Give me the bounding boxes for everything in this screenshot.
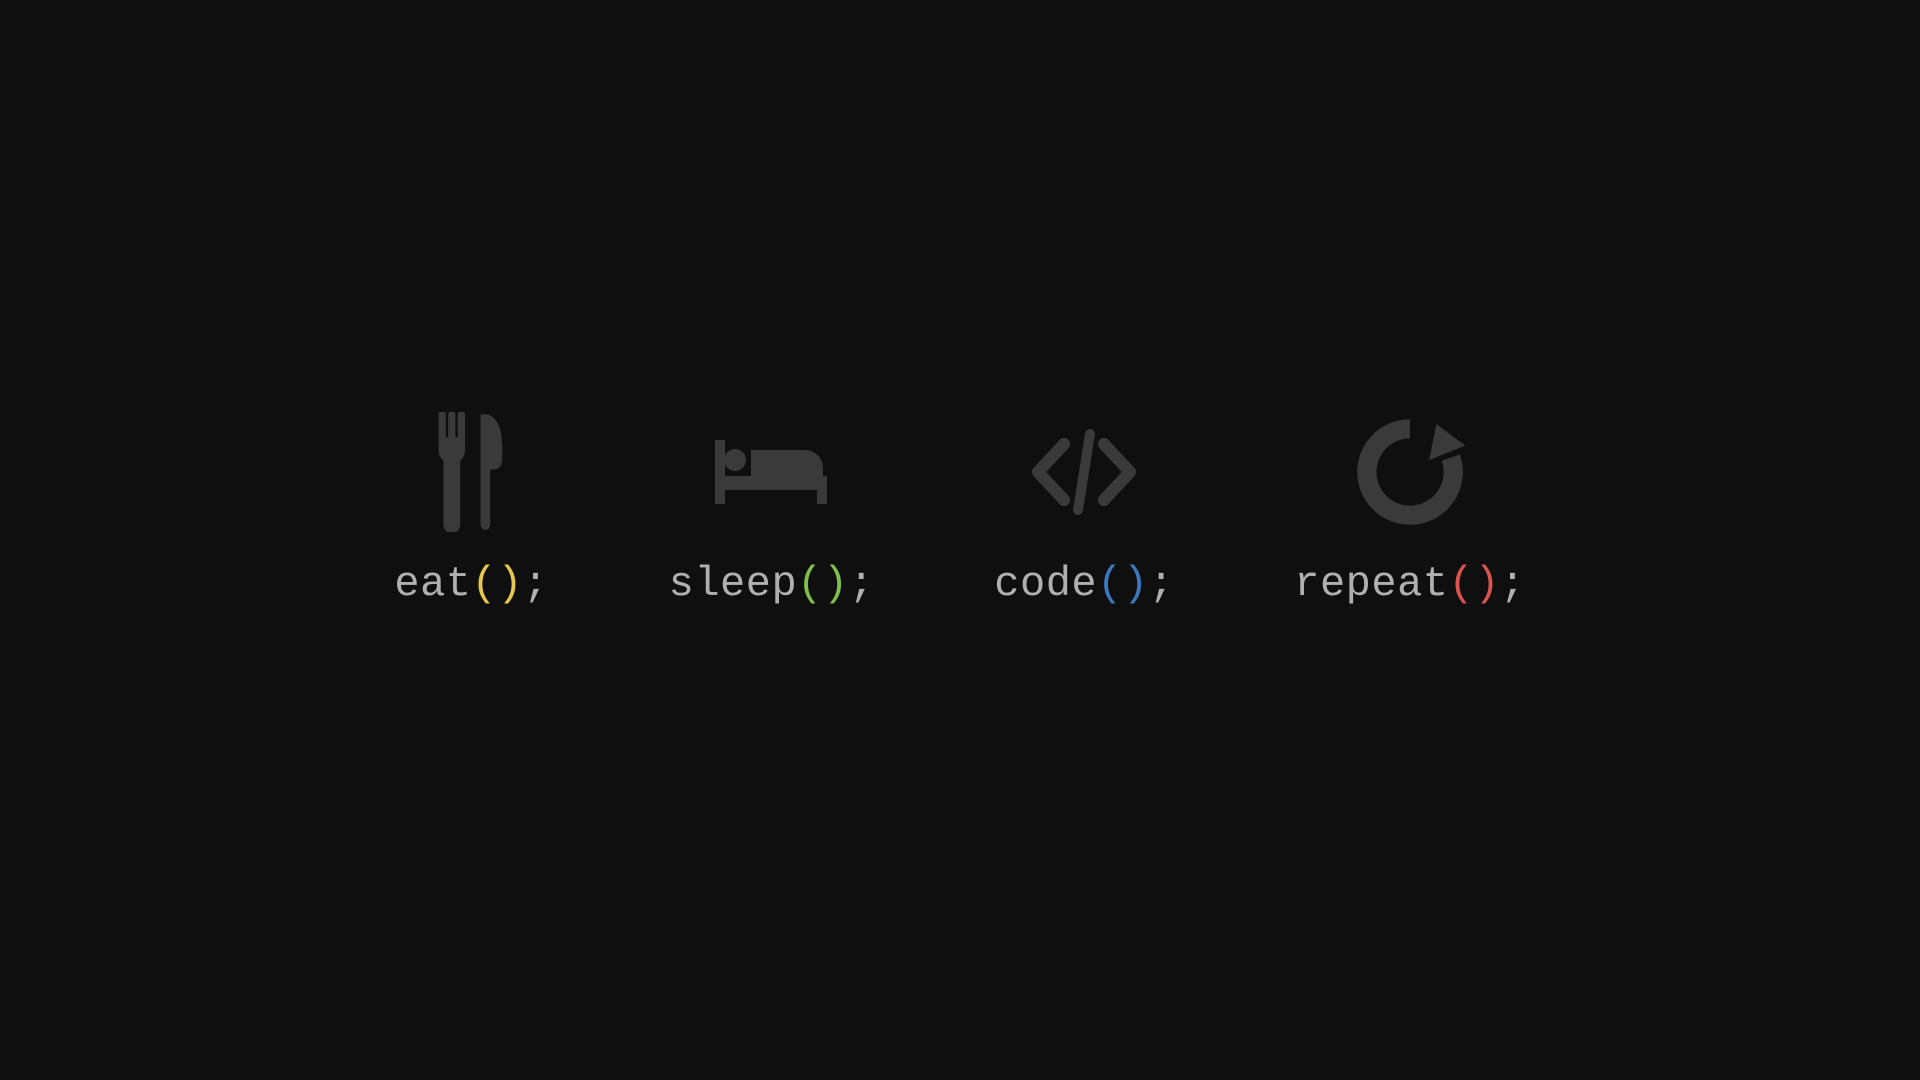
fn-name: sleep xyxy=(669,560,798,608)
fn-name: code xyxy=(994,560,1097,608)
item-sleep: sleep(); xyxy=(669,412,875,608)
semicolon: ; xyxy=(849,560,875,608)
semicolon: ; xyxy=(1149,560,1175,608)
label-repeat: repeat(); xyxy=(1294,560,1525,608)
parens: () xyxy=(471,560,522,608)
parens: () xyxy=(1449,560,1500,608)
code-brackets-icon xyxy=(1024,412,1144,532)
label-eat: eat(); xyxy=(394,560,548,608)
fork-knife-icon xyxy=(411,412,531,532)
parens: () xyxy=(1097,560,1148,608)
semicolon: ; xyxy=(523,560,549,608)
item-repeat: repeat(); xyxy=(1294,412,1525,608)
parens: () xyxy=(797,560,848,608)
item-eat: eat(); xyxy=(394,412,548,608)
bed-icon xyxy=(711,412,831,532)
wallpaper-row: eat(); sleep(); code(); xyxy=(394,412,1525,608)
label-code: code(); xyxy=(994,560,1174,608)
semicolon: ; xyxy=(1500,560,1526,608)
fn-name: eat xyxy=(394,560,471,608)
item-code: code(); xyxy=(994,412,1174,608)
fn-name: repeat xyxy=(1294,560,1448,608)
refresh-icon xyxy=(1350,412,1470,532)
label-sleep: sleep(); xyxy=(669,560,875,608)
